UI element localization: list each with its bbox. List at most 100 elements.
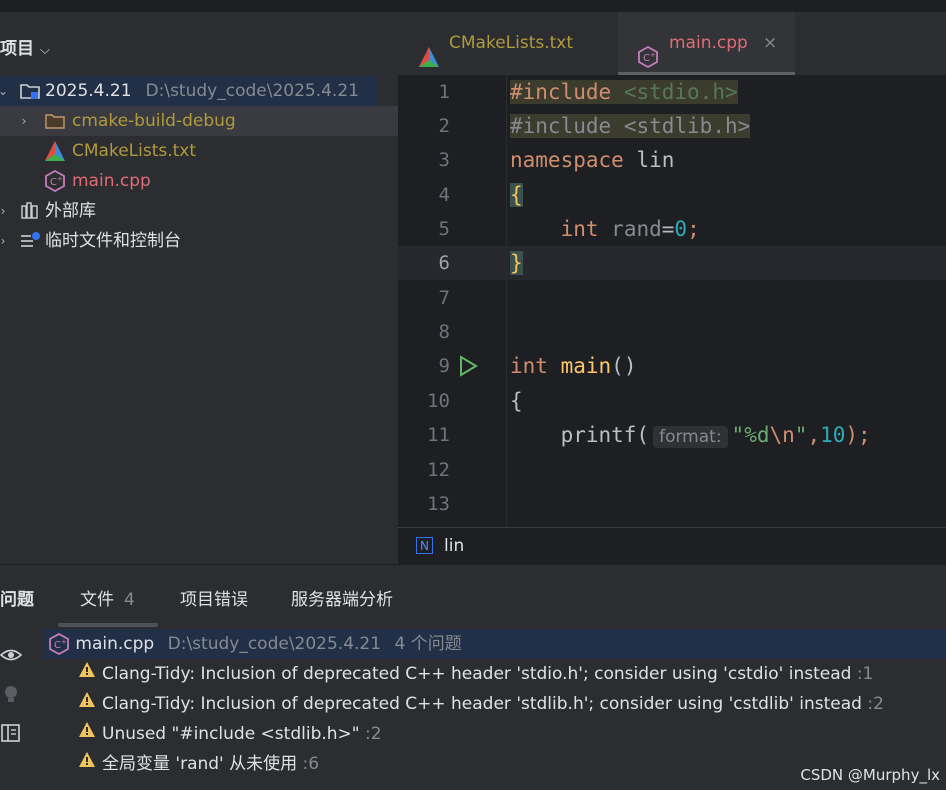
identifier: rand bbox=[611, 217, 662, 241]
root-folder-name: 2025.4.21 bbox=[45, 81, 132, 101]
line-number: 13 bbox=[427, 493, 450, 515]
line-number: 1 bbox=[438, 81, 450, 103]
problem-text: 全局变量 'rand' 从未使用 bbox=[102, 754, 298, 774]
namespace-icon: N bbox=[416, 537, 433, 554]
function-name: main bbox=[560, 354, 612, 378]
problem-file-row[interactable]: C + main.cpp D:\study_code\2025.4.21 4 个问… bbox=[44, 629, 946, 659]
line-number: 11 bbox=[427, 424, 450, 446]
tree-item-main-cpp[interactable]: C + main.cpp bbox=[0, 166, 398, 196]
tab-server-analysis[interactable]: 服务器端分析 bbox=[291, 585, 393, 610]
project-title-label: 项目 bbox=[0, 39, 34, 59]
problem-item[interactable]: 全局变量 'rand' 从未使用 :6 bbox=[78, 749, 319, 779]
tab-project-errors[interactable]: 项目错误 bbox=[180, 585, 248, 610]
keyword: int bbox=[510, 354, 548, 378]
call-end: ); bbox=[845, 423, 871, 447]
line-number: 8 bbox=[438, 321, 450, 343]
problem-item[interactable]: Clang-Tidy: Inclusion of deprecated C++ … bbox=[78, 659, 873, 689]
tab-count: 4 bbox=[124, 590, 135, 610]
problem-item[interactable]: Unused "#include <stdlib.h>" :2 bbox=[78, 719, 382, 749]
identifier: lin bbox=[636, 148, 675, 172]
folder-icon bbox=[44, 110, 66, 132]
include-directive: #include bbox=[510, 114, 612, 138]
cpp-file-icon: C + bbox=[637, 32, 659, 69]
line-number: 3 bbox=[438, 149, 450, 171]
tree-item-label: cmake-build-debug bbox=[72, 111, 236, 131]
project-panel: 项目 ⌵ ⌄ 2025.4.21 D:\study_code\2025.4.21 ›… bbox=[0, 12, 398, 564]
editor-tabs: CMakeLists.txt C + main.cpp × bbox=[398, 12, 946, 76]
code-line-1: #include <stdio.h> bbox=[510, 75, 738, 109]
line-number: 4 bbox=[438, 184, 450, 206]
problems-panel: 问题 文件 4 项目错误 服务器端分析 C + main.cpp D:\study_… bbox=[0, 564, 946, 790]
header-name: <stdlib.h> bbox=[623, 114, 751, 138]
line-number: 7 bbox=[438, 287, 450, 309]
chevron-right-icon[interactable]: › bbox=[0, 196, 10, 226]
watermark: CSDN @Murphy_lx bbox=[800, 766, 940, 784]
problem-line: :6 bbox=[302, 754, 320, 774]
eye-icon[interactable] bbox=[0, 644, 23, 666]
run-gutter-icon[interactable] bbox=[456, 354, 480, 378]
problem-item[interactable]: Clang-Tidy: Inclusion of deprecated C++ … bbox=[78, 689, 884, 719]
brace: { bbox=[510, 183, 523, 207]
tab-file[interactable]: 文件 4 bbox=[80, 585, 135, 610]
tab-label: 项目错误 bbox=[180, 590, 248, 610]
tab-problems[interactable]: 问题 bbox=[0, 585, 34, 610]
tree-item-label: CMakeLists.txt bbox=[72, 141, 197, 161]
tree-item-external-libs[interactable]: › 外部库 bbox=[0, 196, 398, 226]
tab-label: main.cpp bbox=[669, 33, 748, 53]
tab-main-cpp[interactable]: C + main.cpp × bbox=[618, 12, 795, 75]
parens: () bbox=[611, 354, 637, 378]
code-line-11: printf(format: "%d\n",10); bbox=[510, 418, 871, 452]
warning-icon bbox=[78, 659, 96, 689]
code-line-10: { bbox=[510, 384, 523, 418]
tree-item-label: main.cpp bbox=[72, 171, 151, 191]
lightbulb-icon[interactable] bbox=[0, 683, 22, 705]
line-number: 9 bbox=[438, 355, 450, 377]
preview-panel-icon[interactable] bbox=[0, 722, 22, 744]
warning-icon bbox=[78, 749, 96, 779]
line-number: 6 bbox=[438, 252, 450, 274]
problem-line: :2 bbox=[365, 724, 382, 744]
project-folder-icon bbox=[19, 80, 41, 102]
code-line-2: #include <stdlib.h> bbox=[510, 109, 751, 143]
tree-item-cmakelists[interactable]: CMakeLists.txt bbox=[0, 136, 398, 166]
chevron-expanded-icon[interactable]: ⌄ bbox=[0, 76, 10, 106]
cmake-icon bbox=[44, 140, 66, 162]
chevron-right-icon[interactable]: › bbox=[0, 226, 10, 256]
number: 10 bbox=[820, 423, 846, 447]
tree-item-cmake-build-debug[interactable]: › cmake-build-debug bbox=[0, 106, 398, 136]
gutter-separator bbox=[506, 75, 507, 527]
problem-file-name: main.cpp bbox=[75, 634, 155, 654]
project-panel-title[interactable]: 项目 ⌵ bbox=[0, 34, 50, 59]
code-area[interactable]: 1 2 3 4 5 6 7 8 9 10 11 12 13 #include <… bbox=[398, 75, 946, 527]
line-number: 2 bbox=[438, 115, 450, 137]
operator: = bbox=[661, 217, 675, 241]
brace: { bbox=[510, 389, 523, 413]
problem-text: Clang-Tidy: Inclusion of deprecated C++ … bbox=[102, 664, 852, 684]
code-line-5: int rand=0; bbox=[510, 212, 700, 246]
problems-tabs: 问题 文件 4 项目错误 服务器端分析 bbox=[0, 565, 946, 627]
tree-item-label: 外部库 bbox=[45, 201, 96, 221]
cpp-file-icon: C + bbox=[48, 632, 70, 656]
line-number: 5 bbox=[438, 218, 450, 240]
tree-root-folder[interactable]: ⌄ 2025.4.21 D:\study_code\2025.4.21 bbox=[0, 76, 378, 106]
scratches-icon bbox=[19, 230, 41, 252]
number: 0 bbox=[674, 217, 688, 241]
svg-text:C: C bbox=[54, 640, 61, 651]
problem-line: :1 bbox=[856, 664, 874, 684]
header-name: <stdio.h> bbox=[623, 80, 738, 104]
problem-line: :2 bbox=[867, 694, 884, 714]
tab-label: 文件 bbox=[80, 590, 114, 610]
cmake-icon bbox=[418, 32, 440, 67]
problem-text: Unused "#include <stdlib.h>" bbox=[102, 724, 360, 744]
tree-item-label: 临时文件和控制台 bbox=[45, 231, 181, 251]
tab-cmakelists[interactable]: CMakeLists.txt bbox=[398, 12, 618, 75]
svg-text:+: + bbox=[650, 51, 656, 59]
keyword: namespace bbox=[510, 148, 624, 172]
chevron-right-icon[interactable]: › bbox=[17, 106, 31, 136]
current-line-highlight bbox=[398, 246, 946, 280]
breadcrumb-item[interactable]: lin bbox=[444, 528, 464, 565]
keyword: int bbox=[560, 217, 599, 241]
close-icon[interactable]: × bbox=[763, 12, 777, 75]
tree-item-scratches[interactable]: › 临时文件和控制台 bbox=[0, 226, 398, 256]
svg-text:C: C bbox=[643, 53, 650, 64]
